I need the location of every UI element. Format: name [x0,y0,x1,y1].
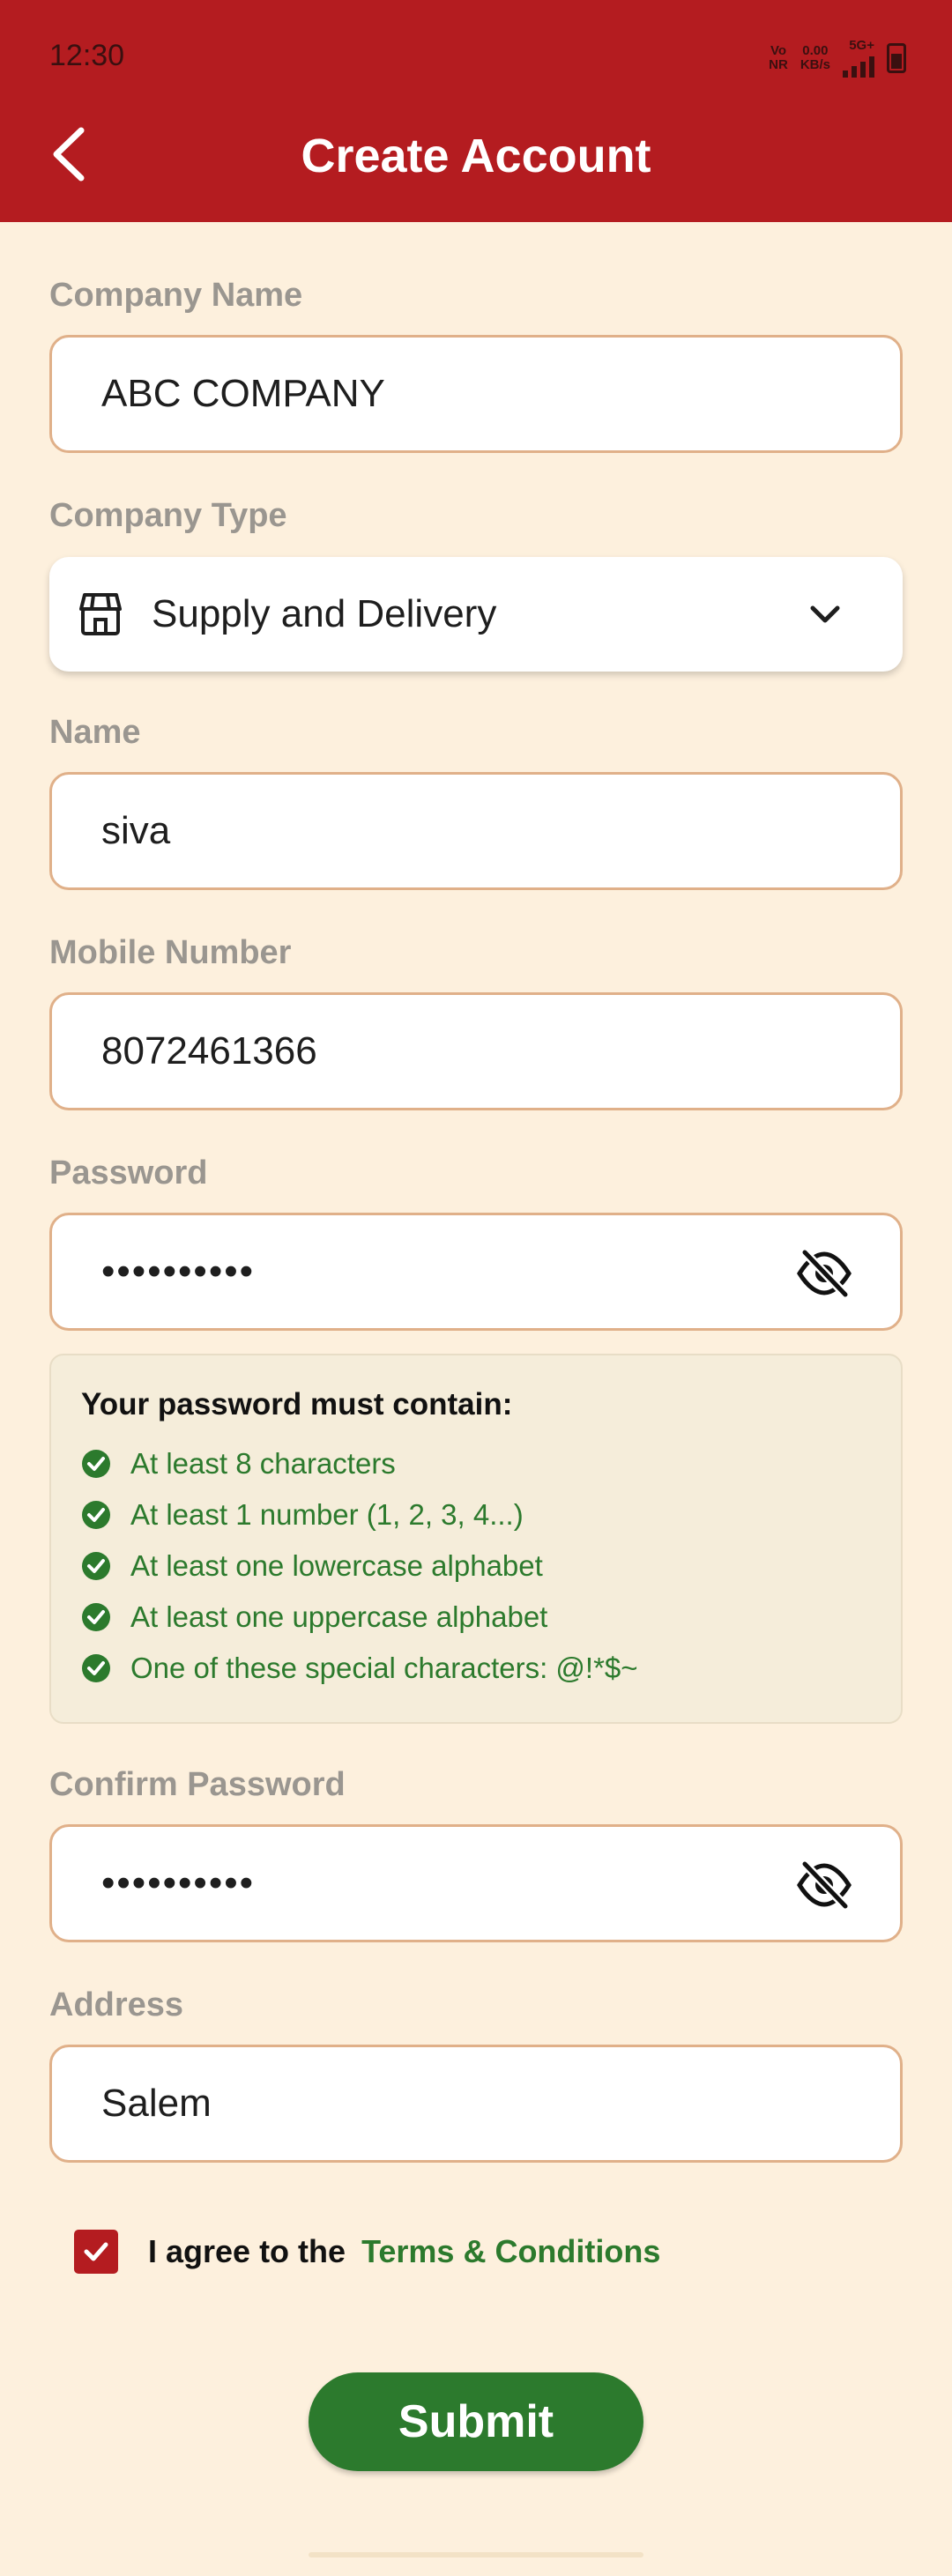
mobile-number-label: Mobile Number [49,934,292,971]
mobile-number-value: 8072461366 [101,1029,317,1073]
confirm-password-field[interactable]: •••••••••• [49,1824,903,1942]
submit-button[interactable]: Submit [309,2372,643,2471]
company-type-value: Supply and Delivery [152,592,497,635]
agree-text: I agree to the [148,2233,346,2269]
address-value: Salem [101,2082,212,2125]
password-label: Password [49,1154,208,1191]
requirement-item: At least 8 characters [81,1438,871,1489]
signal-icon: 5G+ [843,39,874,78]
requirement-item: At least 1 number (1, 2, 3, 4...) [81,1489,871,1540]
confirm-password-label: Confirm Password [49,1766,346,1803]
network-speed: 0.00 KB/s [800,43,830,72]
chevron-down-icon [810,605,840,623]
name-field[interactable]: siva [49,772,903,890]
volte-indicator: Vo NR [769,43,788,72]
battery-icon [887,43,906,73]
password-field[interactable]: •••••••••• [49,1213,903,1331]
eye-off-icon[interactable] [796,1860,852,1910]
eye-off-icon[interactable] [796,1249,852,1298]
checkmark-icon [84,2242,108,2261]
password-requirements: Your password must contain: At least 8 c… [49,1354,903,1724]
check-circle-icon [82,1501,110,1529]
address-field[interactable]: Salem [49,2045,903,2163]
confirm-password-value: •••••••••• [101,1861,256,1904]
requirement-item: At least one lowercase alphabet [81,1540,871,1592]
status-icons: Vo NR 0.00 KB/s 5G+ [769,39,906,78]
mobile-number-field[interactable]: 8072461366 [49,992,903,1110]
company-type-dropdown[interactable]: Supply and Delivery [49,557,903,672]
terms-link[interactable]: Terms & Conditions [361,2233,660,2270]
company-name-field[interactable]: ABC COMPANY [49,335,903,453]
requirement-item: One of these special characters: @!*$~ [81,1643,871,1694]
check-circle-icon [82,1552,110,1580]
app-header: 12:30 Vo NR 0.00 KB/s 5G+ Create Account [0,0,952,222]
name-label: Name [49,714,141,751]
terms-agreement: I agree to the Terms & Conditions [74,2230,660,2274]
home-indicator [309,2552,643,2557]
check-circle-icon [82,1603,110,1631]
password-value: •••••••••• [101,1250,256,1293]
agree-checkbox[interactable] [74,2230,118,2274]
page-title: Create Account [301,130,651,182]
store-icon [79,593,122,635]
status-time: 12:30 [49,39,125,72]
check-circle-icon [82,1450,110,1478]
requirement-item: At least one uppercase alphabet [81,1592,871,1643]
company-name-label: Company Name [49,277,303,314]
address-label: Address [49,1986,184,2023]
company-type-label: Company Type [49,497,287,534]
name-value: siva [101,809,171,852]
requirements-title: Your password must contain: [81,1387,513,1422]
check-circle-icon [82,1654,110,1682]
company-name-value: ABC COMPANY [101,372,385,415]
